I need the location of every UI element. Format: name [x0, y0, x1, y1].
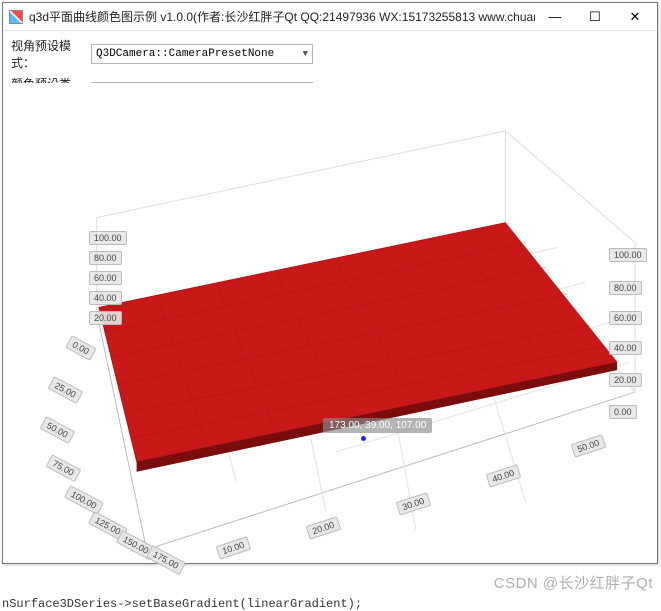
selected-point-marker [360, 435, 367, 442]
surface3d-canvas[interactable]: 173.00, 39.00, 107.00 100.00 80.00 60.00… [7, 83, 653, 559]
z-left-tick: 100.00 [89, 231, 127, 245]
z-left-tick: 80.00 [89, 251, 122, 265]
z-left-tick: 20.00 [89, 311, 122, 325]
camera-preset-combo[interactable]: Q3DCamera::CameraPresetNone ▼ [91, 44, 313, 64]
app-icon [9, 10, 23, 24]
code-fragment: nSurface3DSeries->setBaseGradient(linear… [2, 597, 362, 611]
z-right-tick: 20.00 [609, 373, 642, 387]
z-right-tick: 80.00 [609, 281, 642, 295]
z-left-tick: 60.00 [89, 271, 122, 285]
close-button[interactable]: ✕ [615, 4, 655, 30]
app-window: q3d平面曲线颜色图示例 v1.0.0(作者:长沙红胖子Qt QQ:214979… [2, 2, 658, 564]
camera-preset-row: 视角预设模式： Q3DCamera::CameraPresetNone ▼ [11, 37, 649, 71]
window-title: q3d平面曲线颜色图示例 v1.0.0(作者:长沙红胖子Qt QQ:214979… [29, 8, 535, 25]
titlebar: q3d平面曲线颜色图示例 v1.0.0(作者:长沙红胖子Qt QQ:214979… [3, 3, 657, 31]
z-right-tick: 60.00 [609, 311, 642, 325]
z-right-tick: 100.00 [609, 248, 647, 262]
z-left-tick: 40.00 [89, 291, 122, 305]
camera-preset-label: 视角预设模式： [11, 37, 91, 71]
window-controls: — ☐ ✕ [535, 4, 655, 30]
maximize-button[interactable]: ☐ [575, 4, 615, 30]
camera-preset-value: Q3DCamera::CameraPresetNone [96, 48, 274, 60]
z-right-tick: 40.00 [609, 341, 642, 355]
datapoint-tooltip: 173.00, 39.00, 107.00 [323, 418, 432, 433]
z-right-tick: 0.00 [609, 405, 637, 419]
chevron-down-icon: ▼ [303, 49, 308, 59]
minimize-button[interactable]: — [535, 4, 575, 30]
watermark: CSDN @长沙红胖子Qt [494, 572, 653, 593]
